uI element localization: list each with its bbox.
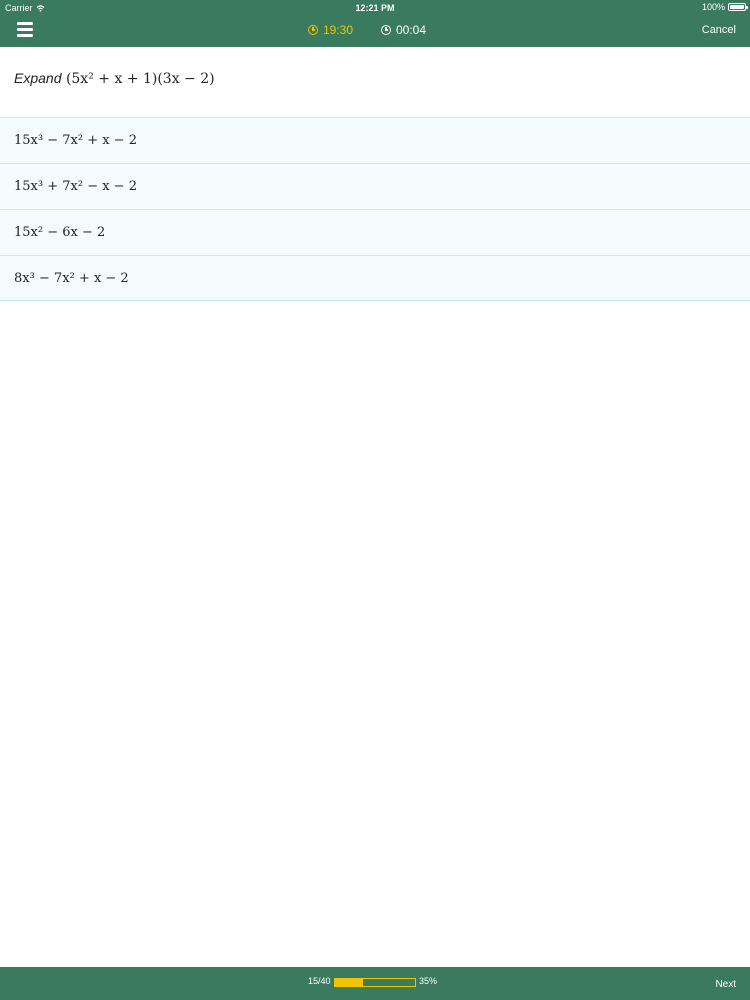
question-expression: (5x² + x + 1)(3x − 2) — [65, 71, 215, 87]
top-bar: Carrier 12:21 PM 100% 19:30 00:04 Cancel — [0, 0, 750, 47]
progress-percent: 35% — [419, 976, 438, 986]
answer-option[interactable]: 15x³ − 7x² + x − 2 — [0, 117, 750, 163]
answer-text: 15x² − 6x − 2 — [14, 225, 106, 240]
nav-bar: 19:30 00:04 Cancel — [0, 14, 750, 47]
answer-option[interactable]: 15x³ + 7x² − x − 2 — [0, 163, 750, 209]
time-remaining: 19:30 — [308, 23, 353, 37]
status-bar: Carrier 12:21 PM 100% — [0, 0, 750, 14]
progress-fill — [335, 979, 363, 986]
question-counter: 15/40 — [308, 976, 331, 986]
time-elapsed-value: 00:04 — [396, 23, 427, 37]
answer-text: 15x³ + 7x² − x − 2 — [14, 179, 137, 194]
answer-option[interactable]: 15x² − 6x − 2 — [0, 209, 750, 255]
status-time: 12:21 PM — [355, 3, 395, 13]
battery-percent: 100% — [701, 2, 725, 12]
clock-icon — [308, 25, 318, 35]
time-remaining-value: 19:30 — [323, 23, 354, 37]
hamburger-menu-icon[interactable] — [17, 22, 35, 38]
battery-status: 100% — [701, 2, 748, 12]
time-elapsed: 00:04 — [381, 23, 426, 37]
bottom-bar: 15/40 35% Next — [0, 967, 750, 1000]
clock-icon — [381, 25, 391, 35]
cancel-button[interactable]: Cancel — [702, 24, 736, 36]
next-button[interactable]: Next — [715, 979, 736, 990]
answer-list: 15x³ − 7x² + x − 2 15x³ + 7x² − x − 2 15… — [0, 117, 750, 301]
answer-option[interactable]: 8x³ − 7x² + x − 2 — [0, 255, 750, 301]
battery-icon — [728, 3, 748, 11]
question-label: Expand — [14, 70, 62, 86]
progress-bar — [334, 978, 416, 987]
question-prompt: Expand (5x² + x + 1)(3x − 2) — [14, 70, 215, 87]
answer-text: 8x³ − 7x² + x − 2 — [14, 270, 129, 286]
answer-text: 15x³ − 7x² + x − 2 — [14, 133, 137, 148]
